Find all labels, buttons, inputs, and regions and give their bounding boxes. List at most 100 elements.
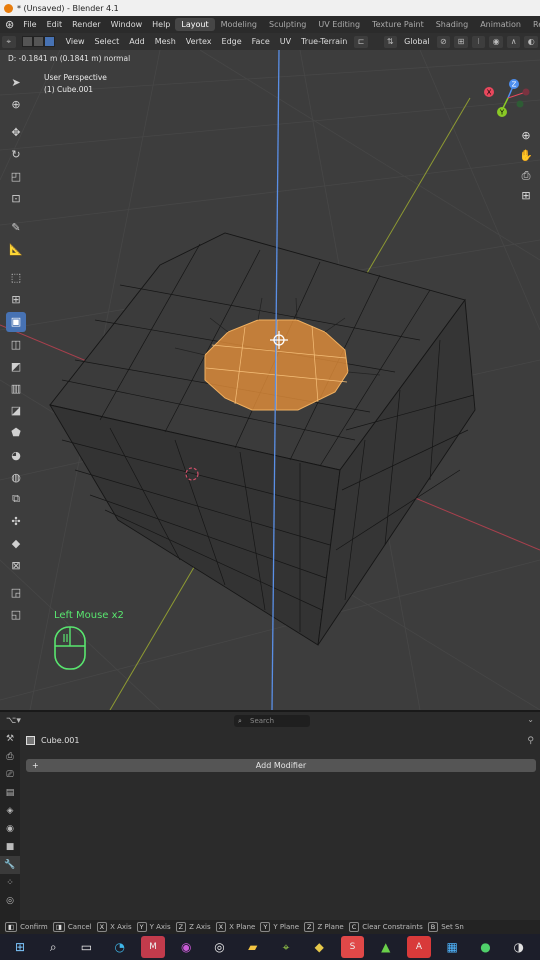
vertex-select-icon[interactable] <box>21 36 33 47</box>
spin-tool-icon[interactable]: ◕ <box>6 445 26 465</box>
modifier-tab-icon[interactable]: 🔧 <box>0 856 20 874</box>
editor-type-icon[interactable]: ⌖ <box>2 35 16 48</box>
inset-tool-icon[interactable]: ◫ <box>6 334 26 354</box>
tab-layout[interactable]: Layout <box>175 18 215 31</box>
scale-tool-icon[interactable]: ◰ <box>6 167 26 187</box>
properties-search-input[interactable]: ⌕ Search <box>234 715 310 727</box>
menu-edge[interactable]: Edge <box>217 37 247 46</box>
pivot-icon[interactable]: ⊘ <box>436 35 451 48</box>
pan-hand-icon[interactable]: ✋ <box>518 148 534 164</box>
select-mode-toggle[interactable] <box>21 36 55 47</box>
tab-shading[interactable]: Shading <box>430 18 475 31</box>
app-target-icon[interactable]: ⌖ <box>274 936 298 958</box>
menu-vertex[interactable]: Vertex <box>181 37 217 46</box>
select-box-tool-icon[interactable]: ➤ <box>6 72 26 92</box>
blender-menu-icon[interactable]: ⊛ <box>5 18 14 31</box>
tool-tab-icon[interactable]: ⚒ <box>0 730 20 748</box>
menu-file[interactable]: File <box>18 20 41 29</box>
pin-icon[interactable]: ⚲ <box>527 736 534 746</box>
cube-mesh[interactable] <box>49 232 476 646</box>
app-m-icon[interactable]: M <box>141 936 165 958</box>
add-modifier-button[interactable]: + Add Modifier <box>26 759 536 772</box>
firefox-icon[interactable]: ◉ <box>174 936 198 958</box>
add-cube-tool-icon[interactable]: ⬚ <box>6 268 26 288</box>
menu-edit[interactable]: Edit <box>42 20 68 29</box>
physics-tab-icon[interactable]: ◎ <box>0 892 20 910</box>
menu-view[interactable]: View <box>61 37 90 46</box>
camera-view-icon[interactable]: ⎙ <box>518 168 534 184</box>
knife-tool-icon[interactable]: ◪ <box>6 401 26 421</box>
edge-slide-tool-icon[interactable]: ⧉ <box>6 489 26 509</box>
rip-tool-icon[interactable]: ⊠ <box>6 556 26 576</box>
app-blue-icon[interactable]: ▦ <box>440 936 464 958</box>
app-green-icon[interactable]: ▲ <box>374 936 398 958</box>
app-a-icon[interactable]: A <box>407 936 431 958</box>
mouse-icon <box>54 626 86 670</box>
shrink-fatten-tool-icon[interactable]: ✣ <box>6 512 26 532</box>
app-game-icon[interactable]: ◆ <box>307 936 331 958</box>
editor-type-dropdown-icon[interactable]: ⌥▾ <box>6 716 21 726</box>
shear-tool-icon[interactable]: ◆ <box>6 534 26 554</box>
app-s-icon[interactable]: S <box>340 936 365 958</box>
tab-texture-paint[interactable]: Texture Paint <box>366 18 430 31</box>
menu-add[interactable]: Add <box>124 37 150 46</box>
render-tab-icon[interactable]: ⎙ <box>0 748 20 766</box>
world-tab-icon[interactable]: ◉ <box>0 820 20 838</box>
tab-rendering[interactable]: Rendering <box>527 18 540 31</box>
menu-help[interactable]: Help <box>147 20 175 29</box>
windows-start-icon[interactable]: ⊞ <box>8 936 32 958</box>
bevel-tool-icon[interactable]: ◩ <box>6 356 26 376</box>
edge-select-icon[interactable] <box>32 36 44 47</box>
snap-cursor-icon[interactable]: ⊏ <box>354 35 368 48</box>
menu-render[interactable]: Render <box>67 20 105 29</box>
proportional-edit-icon[interactable]: ◉ <box>489 35 503 48</box>
zoom-icon[interactable]: ⊕ <box>518 128 534 144</box>
3d-viewport[interactable]: D: -0.1841 m (0.1841 m) normal User Pers… <box>0 50 540 710</box>
poly-build-tool-icon[interactable]: ⬟ <box>6 423 26 443</box>
chevron-down-icon[interactable]: ⌄ <box>527 715 534 724</box>
scene-tab-icon[interactable]: ◈ <box>0 802 20 820</box>
snap-options-icon[interactable]: ⁝ <box>471 35 486 48</box>
menu-mesh[interactable]: Mesh <box>150 37 181 46</box>
output-tab-icon[interactable]: ⎚ <box>0 766 20 784</box>
overlay-icon[interactable]: ◐ <box>524 35 538 48</box>
snap-icon[interactable]: ⊞ <box>454 35 468 48</box>
extrude-region-tool-icon[interactable]: ▣ <box>6 311 26 332</box>
task-view-icon[interactable]: ▭ <box>75 936 99 958</box>
particles-tab-icon[interactable]: ⁘ <box>0 874 20 892</box>
menu-select[interactable]: Select <box>90 37 125 46</box>
file-explorer-icon[interactable]: ▰ <box>241 936 265 958</box>
obs-icon[interactable]: ◎ <box>208 936 232 958</box>
status-key-b: B <box>427 922 439 932</box>
tab-sculpting[interactable]: Sculpting <box>263 18 312 31</box>
rotate-tool-icon[interactable]: ↻ <box>6 145 26 165</box>
menu-uv[interactable]: UV <box>275 37 296 46</box>
warp-tool-icon[interactable]: ◲ <box>6 582 26 602</box>
transform-tool-icon[interactable]: ⊡ <box>6 189 26 209</box>
falloff-icon[interactable]: ∧ <box>506 35 521 48</box>
blender-taskbar-icon[interactable]: ◑ <box>507 936 531 958</box>
face-select-icon[interactable] <box>43 36 55 47</box>
to-sphere-tool-icon[interactable]: ◱ <box>6 604 26 624</box>
annotate-tool-icon[interactable]: ✎ <box>6 217 26 237</box>
view-layer-tab-icon[interactable]: ▤ <box>0 784 20 802</box>
edge-browser-icon[interactable]: ◔ <box>108 936 132 958</box>
navigation-gizmo[interactable]: Z Y X <box>480 78 536 130</box>
true-terrain-menu[interactable]: True-Terrain <box>296 37 352 46</box>
menu-window[interactable]: Window <box>106 20 148 29</box>
orientation-dropdown[interactable]: Global <box>399 37 435 46</box>
app-gradient-icon[interactable]: ● <box>474 936 498 958</box>
object-tab-icon[interactable]: ■ <box>0 838 20 856</box>
smooth-tool-icon[interactable]: ◍ <box>6 467 26 487</box>
move-tool-icon[interactable]: ✥ <box>6 122 26 142</box>
menu-face[interactable]: Face <box>247 37 275 46</box>
ortho-grid-icon[interactable]: ⊞ <box>518 188 534 204</box>
tab-modeling[interactable]: Modeling <box>215 18 263 31</box>
extrude-tool-icon[interactable]: ⊞ <box>6 290 26 310</box>
search-taskbar-icon[interactable]: ⌕ <box>41 936 65 958</box>
measure-tool-icon[interactable]: 📐 <box>6 239 26 259</box>
loop-cut-tool-icon[interactable]: ▥ <box>6 378 26 398</box>
tab-uv-editing[interactable]: UV Editing <box>312 18 366 31</box>
tab-animation[interactable]: Animation <box>474 18 527 31</box>
cursor-tool-icon[interactable]: ⊕ <box>6 94 26 114</box>
